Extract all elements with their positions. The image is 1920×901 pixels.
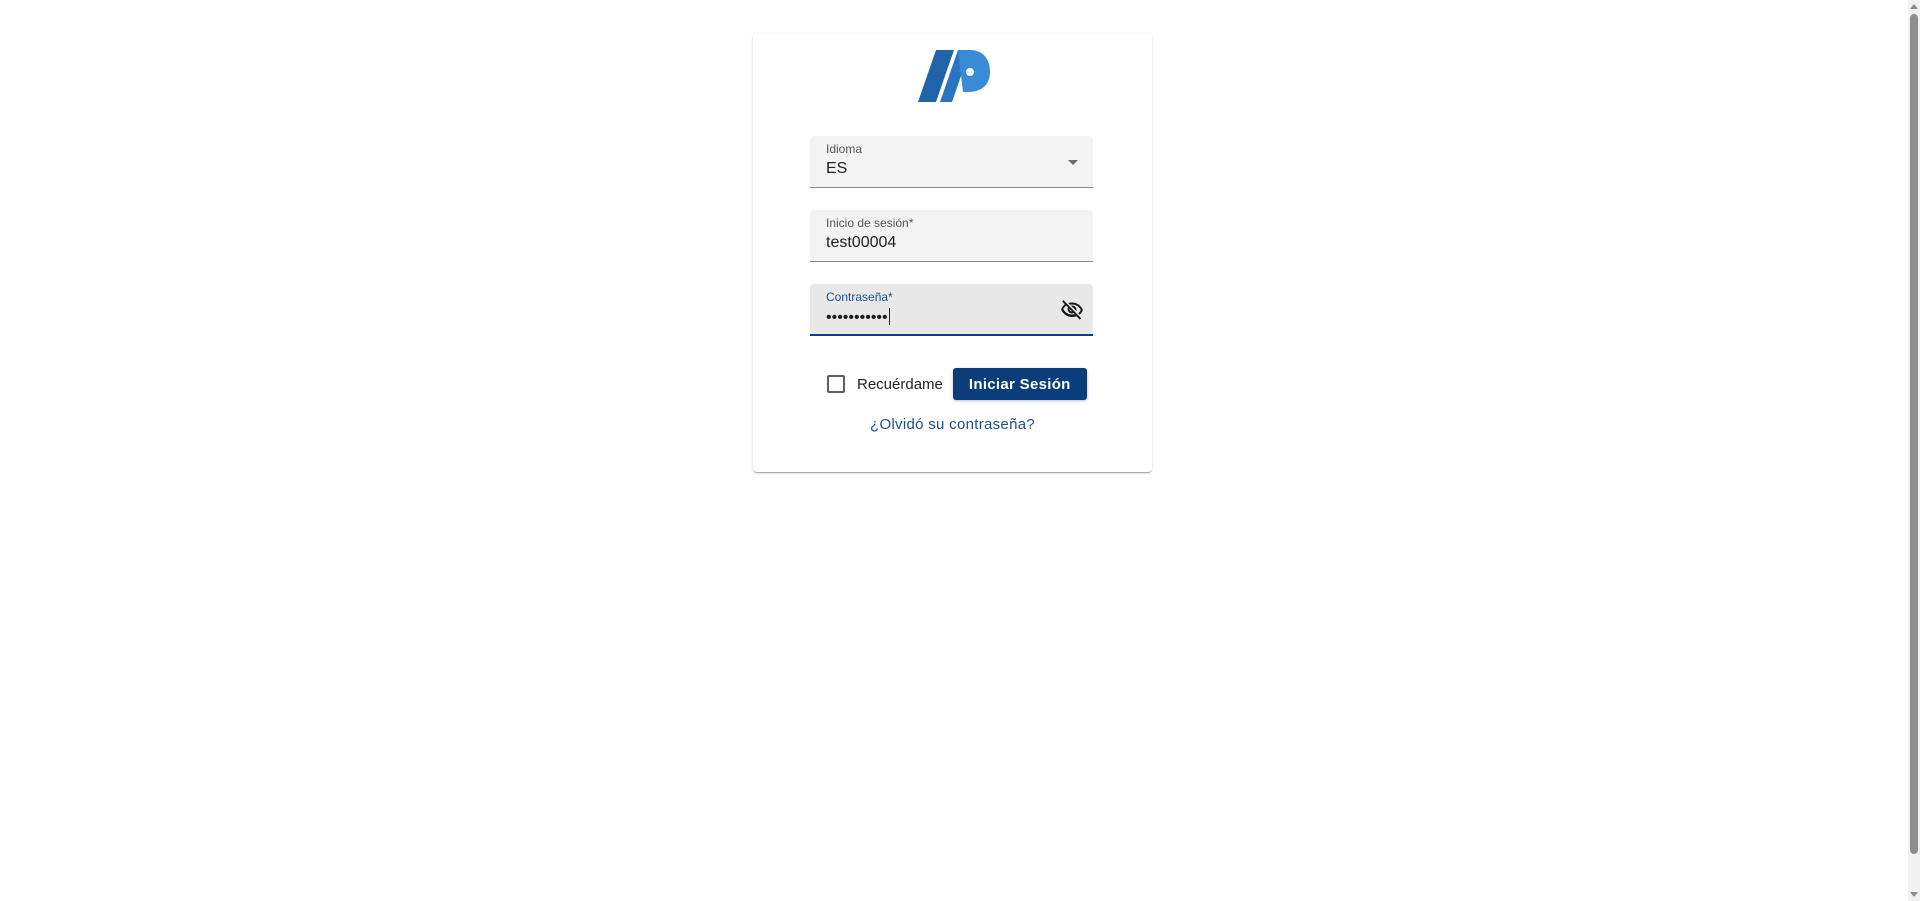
password-label: Contraseña* [826,290,893,304]
language-value: ES [826,160,848,177]
forgot-password-link[interactable]: ¿Olvidó su contraseña? [753,416,1152,433]
remember-me-label[interactable]: Recuérdame [857,376,943,393]
password-input[interactable]: ••••••••••• [826,308,890,327]
password-masked-value: ••••••••••• [826,309,888,326]
password-field[interactable]: Contraseña* ••••••••••• [810,284,1093,336]
company-logo [918,50,990,102]
login-page: Idioma ES Inicio de sesión* test00004 Co… [0,0,1920,901]
page-scrollbar[interactable] [1908,0,1920,901]
login-card: Idioma ES Inicio de sesión* test00004 Co… [753,33,1152,472]
username-label: Inicio de sesión* [826,216,914,230]
login-button[interactable]: Iniciar Sesión [952,368,1087,400]
username-field[interactable]: Inicio de sesión* test00004 [810,210,1093,262]
caret-down-icon[interactable] [1068,160,1078,165]
eye-off-icon [1061,300,1083,320]
scroll-down-arrow-icon[interactable] [1910,892,1918,897]
toggle-password-visibility-button[interactable] [1059,297,1085,323]
scrollbar-thumb[interactable] [1910,14,1918,854]
language-label: Idioma [826,142,863,156]
remember-me-checkbox[interactable] [827,375,845,393]
username-input[interactable]: test00004 [826,234,896,252]
text-cursor [888,308,890,325]
scroll-up-arrow-icon[interactable] [1910,4,1918,9]
language-select[interactable]: Idioma ES [810,136,1093,188]
actions-row: Recuérdame Iniciar Sesión [827,368,1087,400]
